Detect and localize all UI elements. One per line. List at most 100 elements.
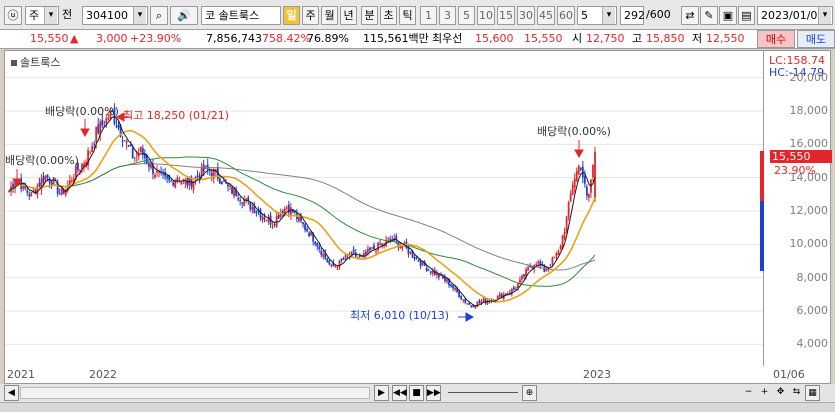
stop-button[interactable]: ■	[409, 385, 424, 401]
candle-body	[366, 248, 369, 253]
candle-body	[38, 182, 41, 187]
interval-15[interactable]: 15	[497, 6, 515, 25]
candle-body	[389, 238, 392, 240]
price-chart[interactable]: 솔트룩스 배당락(0.00%) 배당락(0.00%) 최고 18,250 (01…	[4, 50, 832, 368]
zoom-out-button[interactable]: −	[741, 385, 756, 401]
candle-body	[121, 140, 124, 142]
candle-body	[340, 258, 343, 261]
interval-5[interactable]: 5	[458, 6, 475, 25]
speed-slider[interactable]	[448, 392, 518, 393]
candle-body	[210, 172, 213, 177]
candle-body	[583, 175, 586, 184]
settings-button[interactable]: ▦	[805, 385, 820, 401]
xtick-2022: 2022	[89, 368, 117, 381]
zoom-reset-button[interactable]: ⊕	[522, 385, 537, 401]
scroll-right-button[interactable]: ▶	[374, 385, 389, 401]
market-type-select[interactable]: 주	[25, 6, 59, 25]
prefix-label: 전	[62, 8, 73, 21]
period-second-tab[interactable]: 초	[380, 6, 397, 25]
candle-body	[504, 293, 507, 295]
candle-body	[89, 151, 92, 153]
stock-name-field[interactable]: 코 솔트룩스	[201, 6, 281, 25]
candle-body	[316, 243, 319, 247]
candle-body	[577, 165, 580, 175]
candle-body	[371, 247, 373, 249]
candle-body	[46, 174, 49, 178]
scroll-left-button[interactable]: ◀	[4, 385, 19, 401]
open-price: 12,750	[586, 32, 625, 45]
zoom-in-button[interactable]: +	[757, 385, 772, 401]
candle-body	[289, 207, 292, 216]
candle-body	[373, 245, 375, 250]
candle-body	[555, 253, 558, 257]
candle-body	[285, 207, 288, 209]
count-input[interactable]: 292	[620, 6, 645, 25]
candle-body	[470, 305, 473, 307]
change-up-icon: ▲	[70, 32, 79, 45]
candle-body	[302, 222, 304, 225]
candle-body	[79, 170, 81, 172]
candle-body	[537, 261, 540, 264]
candle-body	[330, 264, 333, 266]
candle-body	[551, 257, 554, 265]
candle-body	[553, 257, 556, 259]
candle-body	[52, 177, 55, 184]
period-day-tab[interactable]: 일	[283, 6, 300, 25]
interval-10[interactable]: 10	[477, 6, 495, 25]
candle-body	[129, 145, 132, 147]
chart-menu-icon[interactable]: ⓤ	[4, 6, 22, 25]
candle-body	[585, 186, 588, 196]
forward-button[interactable]: ▶▶	[426, 385, 441, 401]
interval-3[interactable]: 3	[439, 6, 456, 25]
move-cursor-icon[interactable]: ✥	[773, 385, 788, 401]
candle-body	[247, 197, 250, 201]
candle-body	[28, 194, 31, 197]
candle-body	[237, 198, 240, 200]
calendar-icon[interactable]: ▤	[738, 6, 755, 25]
candle-body	[498, 294, 501, 297]
zoom-icon[interactable]: ⇄	[681, 6, 699, 25]
candle-body	[565, 216, 568, 233]
candle-body	[419, 261, 422, 266]
period-tick-tab[interactable]: 틱	[399, 6, 416, 25]
candle-body	[573, 178, 576, 188]
interval-30[interactable]: 30	[517, 6, 535, 25]
interval-60[interactable]: 60	[557, 6, 575, 25]
search-icon[interactable]: ⌕	[150, 6, 168, 25]
candle-body	[336, 267, 339, 269]
candle-body	[594, 151, 596, 199]
period-month-tab[interactable]: 월	[321, 6, 338, 25]
candle-body	[334, 266, 337, 268]
ytick-label: 20,000	[789, 70, 829, 84]
save-icon[interactable]: ▣	[719, 6, 737, 25]
candle-body	[60, 187, 63, 195]
interval-45[interactable]: 45	[537, 6, 555, 25]
fit-icon[interactable]: ⇆	[789, 385, 804, 401]
xtick-last-date: 01/06	[773, 368, 805, 381]
sell-button[interactable]: 매도	[797, 30, 835, 48]
stock-code-input[interactable]: 304100	[82, 6, 148, 25]
period-week-tab[interactable]: 주	[302, 6, 319, 25]
period-minute-tab[interactable]: 분	[361, 6, 378, 25]
candle-body	[521, 275, 523, 280]
candle-body	[255, 211, 258, 213]
candle-body	[342, 258, 345, 260]
candle-body	[172, 182, 175, 186]
draw-tool-icon[interactable]: ✎	[700, 6, 718, 25]
candle-body	[588, 193, 590, 198]
candle-body	[358, 255, 361, 258]
candle-body	[233, 188, 235, 197]
date-input[interactable]: 2023/01/06	[757, 6, 833, 25]
candle-body	[429, 271, 432, 273]
chart-navigation-bar: ◀ ▶ ◀◀ ■ ▶▶ ⊕ − + ✥ ⇆ ▦	[0, 384, 835, 402]
candle-body	[135, 154, 138, 156]
rewind-button[interactable]: ◀◀	[392, 385, 407, 401]
candle-body	[314, 241, 317, 245]
candle-body	[101, 120, 104, 126]
period-year-tab[interactable]: 년	[340, 6, 357, 25]
interval-select[interactable]: 5	[577, 6, 617, 25]
buy-button[interactable]: 매수	[757, 30, 795, 48]
scroll-track[interactable]	[20, 387, 370, 399]
speaker-icon[interactable]: 🔊	[170, 6, 198, 25]
interval-1[interactable]: 1	[420, 6, 437, 25]
